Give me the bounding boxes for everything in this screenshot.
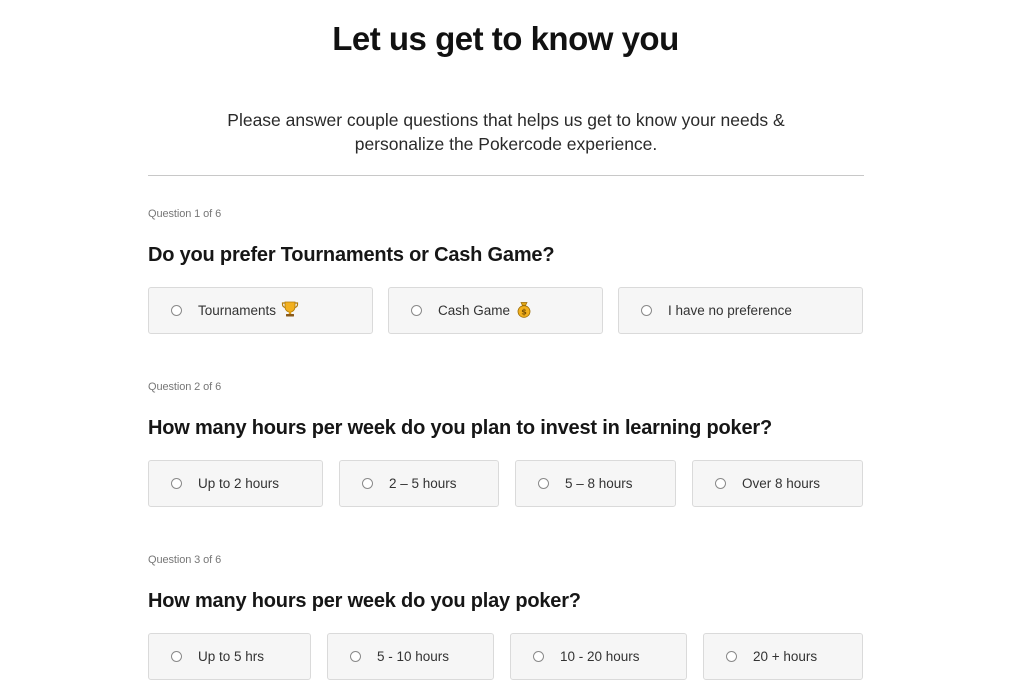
radio-icon[interactable] xyxy=(641,305,652,316)
radio-icon[interactable] xyxy=(411,305,422,316)
svg-text:$: $ xyxy=(521,307,527,316)
question-title: How many hours per week do you plan to i… xyxy=(148,417,772,439)
intro-line-2: personalize the Pokercode experience. xyxy=(354,134,658,154)
option-over-8-hours[interactable]: Over 8 hours xyxy=(692,460,863,507)
option-label: 5 – 8 hours xyxy=(565,476,633,491)
trophy-icon xyxy=(281,300,299,321)
option-label: I have no preference xyxy=(668,303,792,318)
option-5-10-hours[interactable]: 5 - 10 hours xyxy=(327,633,494,680)
question-title: Do you prefer Tournaments or Cash Game? xyxy=(148,244,555,266)
option-20-plus-hours[interactable]: 20 + hours xyxy=(703,633,863,680)
option-label: 2 – 5 hours xyxy=(389,476,457,491)
option-cash-game[interactable]: Cash Game $ xyxy=(388,287,603,334)
option-label: Tournaments xyxy=(198,303,277,318)
option-tournaments[interactable]: Tournaments xyxy=(148,287,373,334)
question-counter: Question 1 of 6 xyxy=(148,208,222,220)
option-label: 10 - 20 hours xyxy=(560,649,640,664)
option-up-to-5-hrs[interactable]: Up to 5 hrs xyxy=(148,633,311,680)
intro-line-1: Please answer couple questions that help… xyxy=(227,110,785,130)
option-label: 20 + hours xyxy=(753,649,818,664)
question-counter: Question 3 of 6 xyxy=(148,554,222,566)
option-label: 5 - 10 hours xyxy=(377,649,450,664)
radio-icon[interactable] xyxy=(726,651,737,662)
option-no-preference[interactable]: I have no preference xyxy=(618,287,863,334)
radio-icon[interactable] xyxy=(350,651,361,662)
option-2-5-hours[interactable]: 2 – 5 hours xyxy=(339,460,499,507)
page-title: Let us get to know you xyxy=(332,20,679,57)
radio-icon[interactable] xyxy=(538,478,549,489)
divider xyxy=(148,175,864,176)
option-label: Up to 2 hours xyxy=(198,476,280,491)
radio-icon[interactable] xyxy=(171,305,182,316)
option-up-to-2-hours[interactable]: Up to 2 hours xyxy=(148,460,323,507)
question-title: How many hours per week do you play poke… xyxy=(148,590,581,612)
radio-icon[interactable] xyxy=(171,651,182,662)
radio-icon[interactable] xyxy=(171,478,182,489)
question-counter: Question 2 of 6 xyxy=(148,381,222,393)
option-10-20-hours[interactable]: 10 - 20 hours xyxy=(510,633,687,680)
option-label: Up to 5 hrs xyxy=(198,649,265,664)
radio-icon[interactable] xyxy=(362,478,373,489)
money-bag-icon: $ xyxy=(515,300,533,321)
option-label: Cash Game xyxy=(438,303,511,318)
option-label: Over 8 hours xyxy=(742,476,821,491)
radio-icon[interactable] xyxy=(533,651,544,662)
intro-text: Please answer couple questions that help… xyxy=(200,108,812,156)
option-5-8-hours[interactable]: 5 – 8 hours xyxy=(515,460,676,507)
radio-icon[interactable] xyxy=(715,478,726,489)
